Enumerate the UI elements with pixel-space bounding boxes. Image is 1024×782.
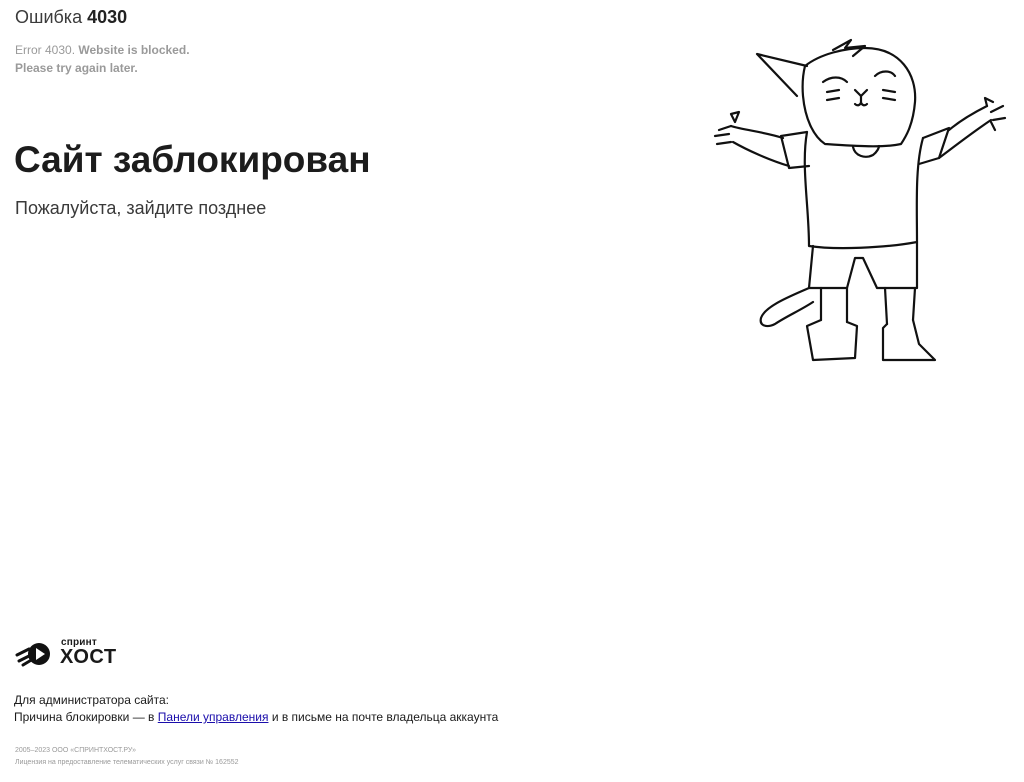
admin-info: Для администратора сайта: Причина блокир… [14,692,498,726]
error-english-message: Error 4030. Website is blocked. Please t… [15,41,190,77]
sprinthost-logo-icon [15,643,50,667]
admin-heading: Для администратора сайта: [14,693,169,707]
page-title: Сайт заблокирован [14,139,371,180]
error-en-blocked: Website is blocked. [78,43,190,57]
footer: 2005–2023 ООО «СПРИНТХОСТ.РУ» Лицензия н… [15,745,239,769]
control-panel-link[interactable]: Панели управления [158,710,269,724]
error-en-retry: Please try again later. [15,61,138,75]
page-subtitle: Пожалуйста, зайдите позднее [15,198,267,218]
sprinthost-logo: спринт ХОСТ [15,636,125,670]
shrugging-cat-illustration [713,38,1007,362]
footer-license: Лицензия на предоставление телематически… [15,759,239,766]
admin-reason-prefix: Причина блокировки — в [14,710,155,724]
admin-reason-suffix: и в письме на почте владельца аккаунта [271,710,499,724]
logo-word-bottom: ХОСТ [60,646,117,668]
admin-reason: Причина блокировки — в Панели управления… [14,709,498,726]
error-code-heading: Ошибка 4030 [15,6,127,28]
footer-copyright: 2005–2023 ООО «СПРИНТХОСТ.РУ» [15,747,136,754]
error-en-code: Error 4030. [15,43,76,57]
error-code-number: 4030 [87,7,128,27]
error-prefix: Ошибка [15,7,83,27]
